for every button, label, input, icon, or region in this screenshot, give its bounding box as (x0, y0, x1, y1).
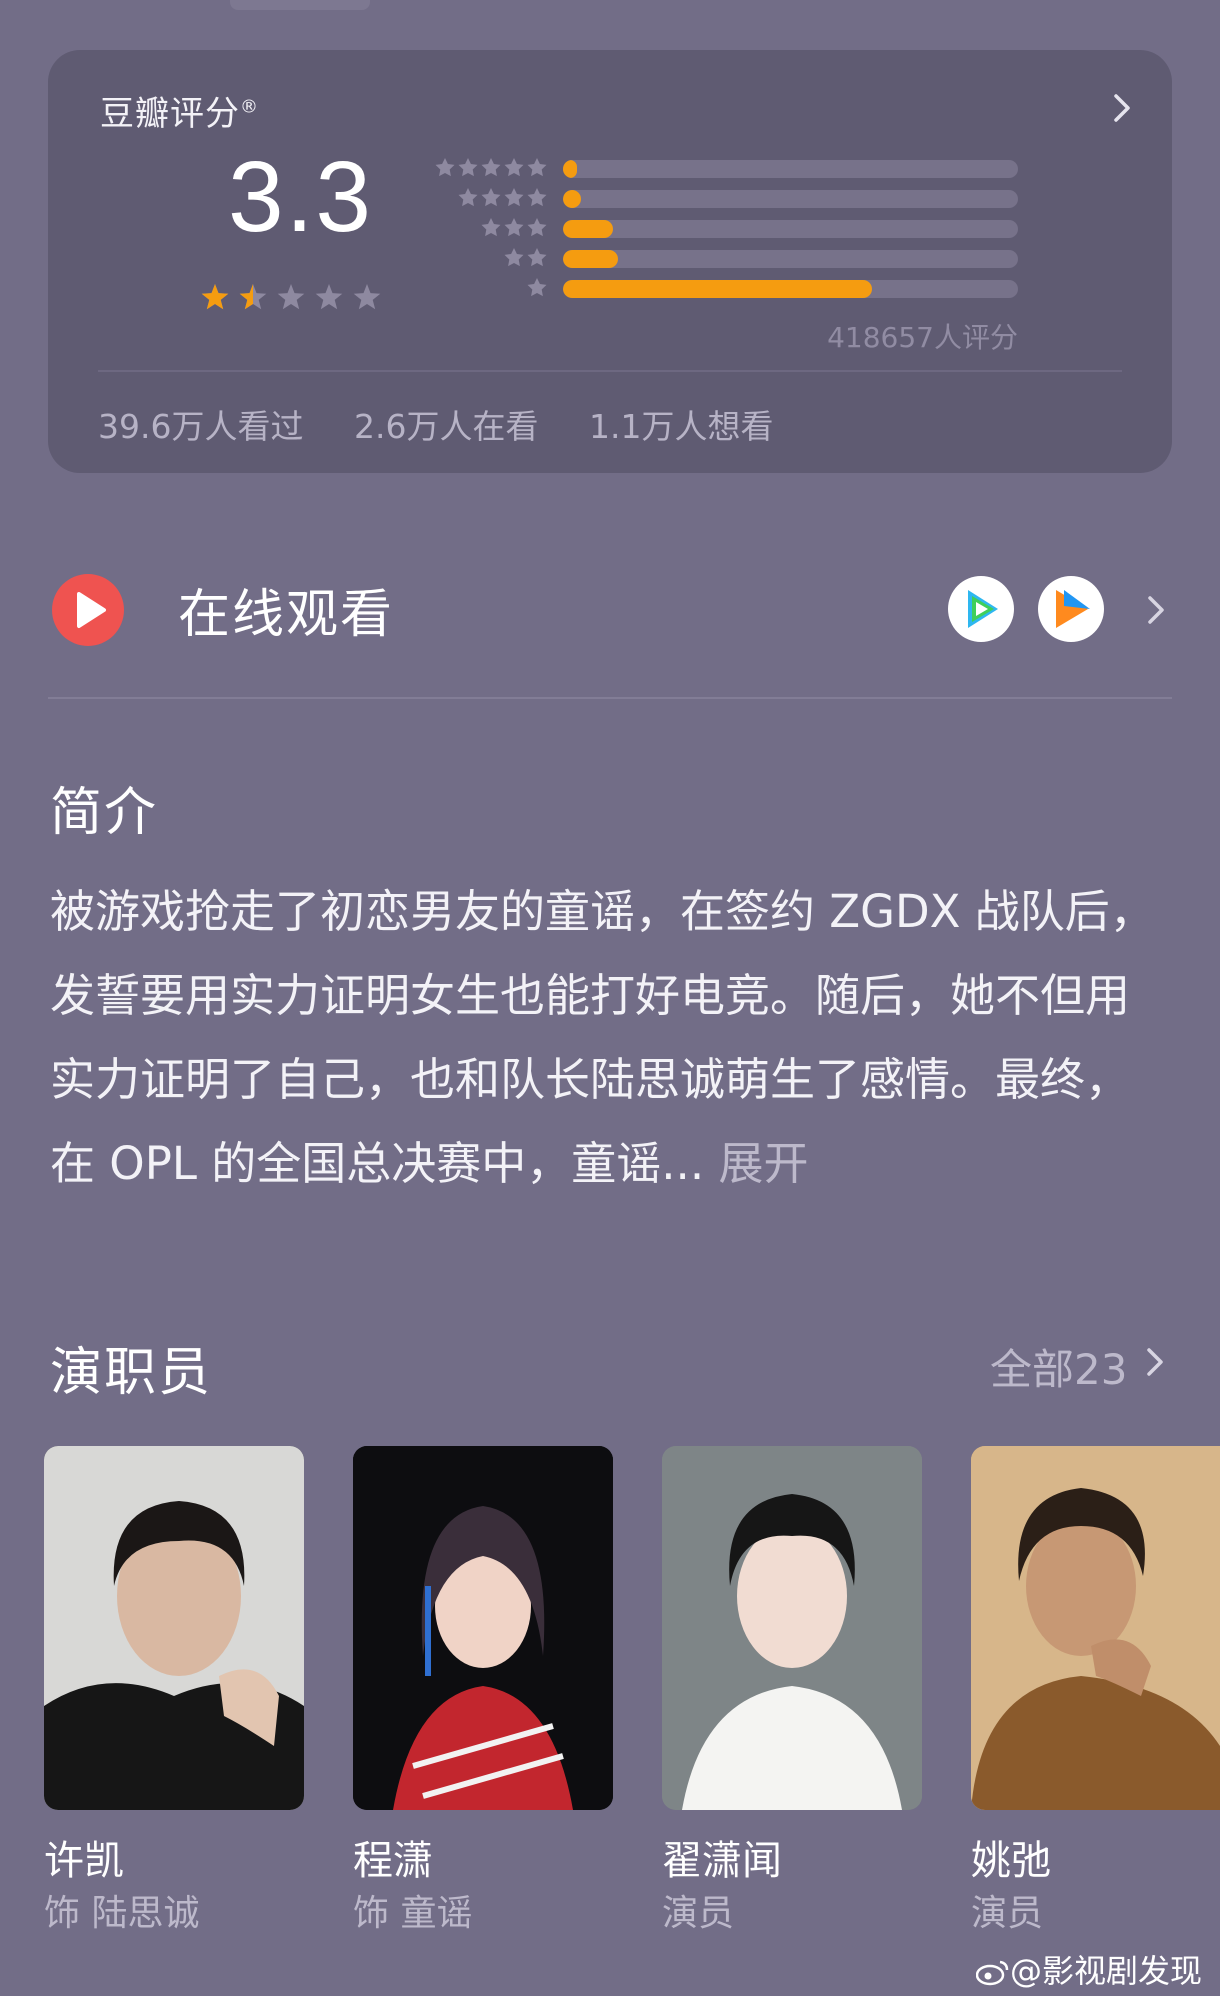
rating-bar-5-star (563, 160, 1018, 178)
chevron-right-icon[interactable] (1102, 88, 1142, 128)
intro-text: 被游戏抢走了初恋男友的童谣，在签约 ZGDX 战队后，发誓要用实力证明女生也能打… (50, 885, 1155, 1190)
section-divider (48, 697, 1172, 699)
intro-title: 简介 (50, 783, 159, 843)
cast-photo[interactable] (662, 1446, 922, 1810)
cast-title: 演职员 (50, 1343, 213, 1403)
rating-distribution-stars (435, 158, 547, 297)
online-watch-label[interactable]: 在线观看 (178, 572, 394, 647)
star-icon (277, 284, 305, 310)
rating-stars (201, 284, 381, 310)
cast-name[interactable]: 姚弛 (971, 1828, 1051, 1886)
star-icon (315, 284, 343, 310)
cast-name[interactable]: 许凯 (44, 1828, 124, 1886)
want-to-watch-count: 1.1万人想看 (588, 407, 774, 446)
rating-bar-fill (563, 280, 873, 298)
star-icon (353, 284, 381, 310)
weibo-watermark: @影视剧发现 (975, 1946, 1202, 1992)
cast-name[interactable]: 程潇 (353, 1828, 433, 1886)
watched-count: 39.6万人看过 (98, 407, 304, 446)
rating-distribution-bars (563, 160, 1018, 310)
cast-photo[interactable] (353, 1446, 613, 1810)
watch-stats: 39.6万人看过 2.6万人在看 1.1万人想看 (98, 400, 813, 448)
play-icon[interactable] (52, 574, 124, 646)
cast-role: 饰 童谣 (353, 1893, 473, 1934)
watching-count: 2.6万人在看 (353, 407, 539, 446)
rating-bar-1-star (563, 280, 1018, 298)
rating-bar-fill (563, 220, 614, 238)
rating-bar-fill (563, 160, 577, 178)
rating-bar-4-star (563, 190, 1018, 208)
weibo-icon (975, 1960, 1009, 1986)
youku-icon[interactable] (1038, 576, 1104, 642)
chevron-right-icon[interactable] (1140, 1342, 1170, 1382)
rating-bar-3-star (563, 220, 1018, 238)
cast-role: 演员 (662, 1893, 735, 1934)
rating-score: 3.3 (228, 141, 374, 253)
card-divider (98, 370, 1122, 372)
raters-count: 418657人评分 (827, 321, 1018, 354)
cast-name[interactable]: 翟潇闻 (662, 1828, 782, 1886)
cast-role: 演员 (971, 1893, 1044, 1934)
expand-link[interactable]: 展开 (718, 1137, 808, 1190)
tencent-video-icon[interactable] (948, 576, 1014, 642)
star-filled-icon (201, 284, 229, 310)
cast-role: 饰 陆思诚 (44, 1893, 200, 1934)
cast-all-link[interactable]: 全部23 (990, 1336, 1127, 1397)
cast-photo[interactable] (44, 1446, 304, 1810)
rating-bar-fill (563, 250, 618, 268)
chevron-right-icon[interactable] (1138, 590, 1172, 630)
rating-bar-2-star (563, 250, 1018, 268)
top-handle (230, 0, 370, 10)
rating-bar-fill (563, 190, 582, 208)
douban-rating-card[interactable]: 豆瓣评分® 3.3 418657人评分 39.6万人看过 2.6万人在看 1.1… (48, 50, 1172, 473)
rating-title: 豆瓣评分® (100, 94, 259, 134)
cast-photo[interactable] (971, 1446, 1220, 1810)
